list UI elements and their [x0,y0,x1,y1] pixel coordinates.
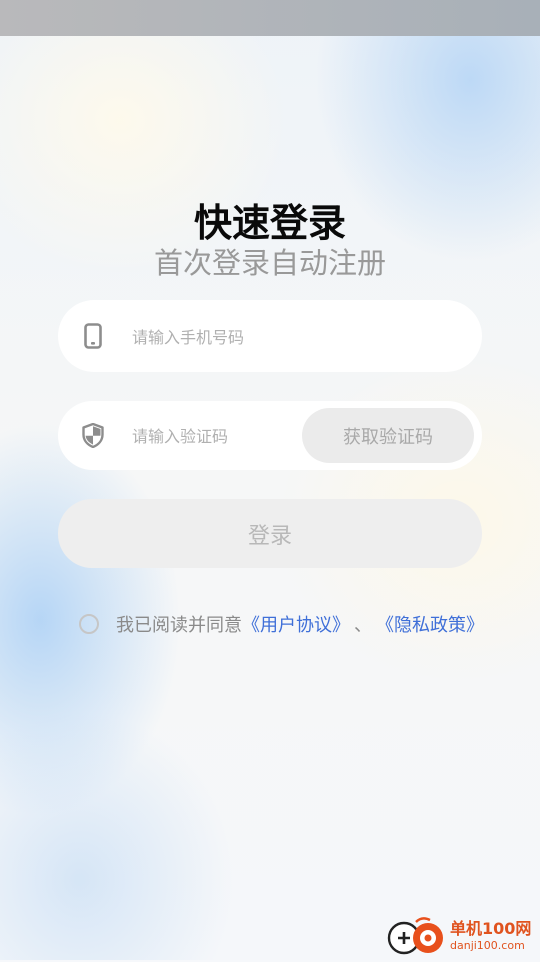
watermark: 单机100网 danji100.com [386,914,536,958]
user-agreement-link[interactable]: 《用户协议》 [242,611,350,637]
status-bar [0,0,540,36]
watermark-domain: danji100.com [450,939,525,952]
background [0,0,540,960]
shield-icon [82,423,104,449]
privacy-policy-link[interactable]: 《隐私政策》 [376,611,484,637]
code-field[interactable]: 获取验证码 [58,401,482,472]
watermark-text: 单机100网 danji100.com [450,919,532,952]
login-button[interactable]: 登录 [58,499,482,568]
agreement-separator: 、 [354,615,372,636]
agreement-checkbox[interactable] [79,614,99,634]
page-title: 快速登录 [193,201,346,245]
get-code-button[interactable]: 获取验证码 [302,408,474,463]
agreement-row: 我已阅读并同意 《用户协议》 、 《隐私政策》 [78,611,484,637]
page-subtitle: 首次登录自动注册 [153,246,386,280]
phone-input[interactable] [130,300,354,374]
agreement-text: 我已阅读并同意 [116,615,242,636]
watermark-name: 单机100网 [450,919,532,938]
watermark-logo-icon [386,914,448,958]
phone-field[interactable] [58,300,482,374]
phone-icon [82,323,104,349]
